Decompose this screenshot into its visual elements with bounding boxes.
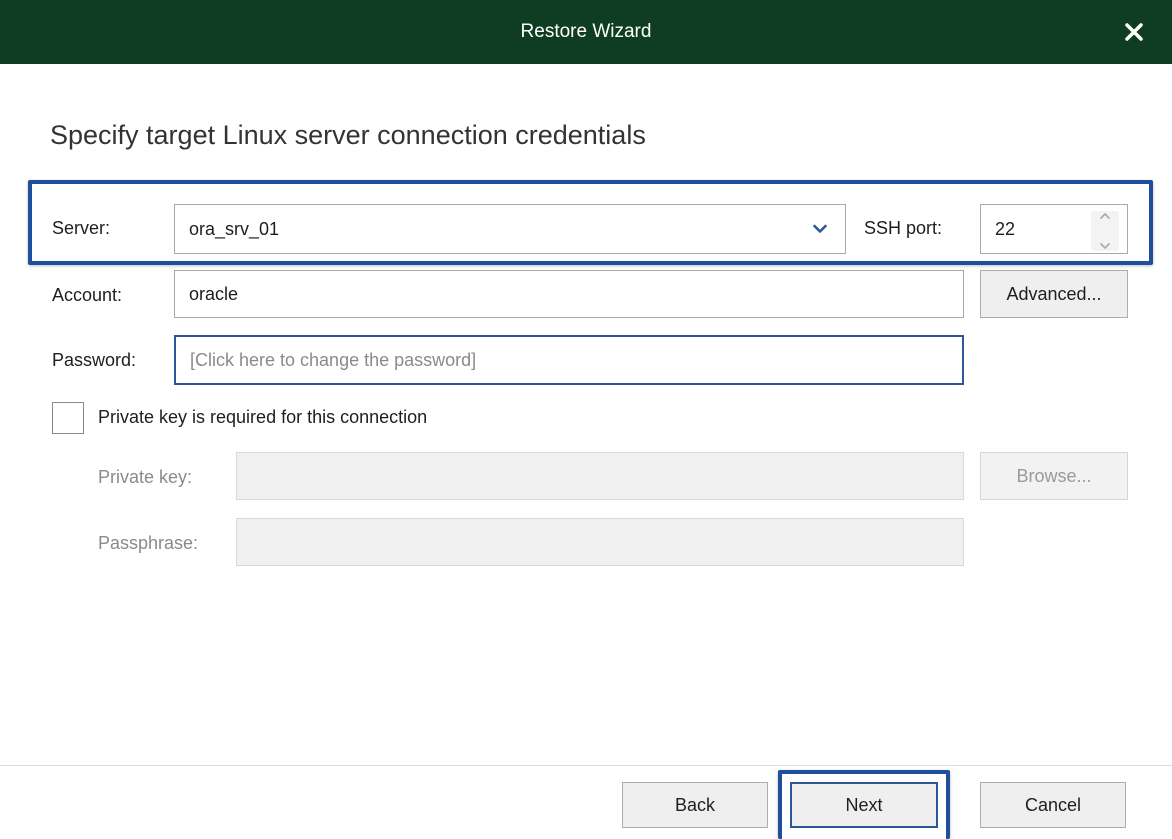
next-button[interactable]: Next [790,782,938,828]
password-field[interactable]: [Click here to change the password] [174,335,964,385]
chevron-down-small-icon[interactable] [1099,241,1111,251]
private-key-label: Private key: [98,467,193,487]
footer-divider [0,765,1172,766]
account-label: Account: [52,285,123,305]
server-value: ora_srv_01 [189,218,280,239]
password-label: Password: [52,350,137,370]
chevron-up-icon[interactable] [1099,211,1111,221]
window-title: Restore Wizard [520,21,652,42]
title-bar: Restore Wizard [0,0,1172,64]
ssh-port-stepper[interactable]: 22 [980,204,1128,254]
private-key-checkbox-label[interactable]: Private key is required for this connect… [98,407,427,428]
passphrase-field[interactable] [236,518,964,566]
browse-button[interactable]: Browse... [980,452,1128,500]
private-key-checkbox[interactable] [52,402,84,434]
passphrase-label: Passphrase: [98,533,199,553]
port-spinner[interactable] [1091,211,1119,251]
account-field[interactable]: oracle [174,270,964,318]
server-label: Server: [52,218,111,238]
server-dropdown[interactable]: ora_srv_01 [174,204,846,254]
password-placeholder: [Click here to change the password] [190,349,477,370]
page-heading: Specify target Linux server connection c… [50,120,646,150]
restore-wizard-window: Restore Wizard Specify target Linux serv… [0,0,1172,839]
ssh-port-label: SSH port: [864,218,943,238]
private-key-field[interactable] [236,452,964,500]
advanced-button[interactable]: Advanced... [980,270,1128,318]
ssh-port-value: 22 [995,218,1016,239]
close-icon[interactable] [1124,22,1144,42]
back-button[interactable]: Back [622,782,768,828]
cancel-button[interactable]: Cancel [980,782,1126,828]
close-button[interactable] [1118,16,1150,48]
chevron-down-icon[interactable] [813,224,827,234]
account-value: oracle [189,283,239,304]
